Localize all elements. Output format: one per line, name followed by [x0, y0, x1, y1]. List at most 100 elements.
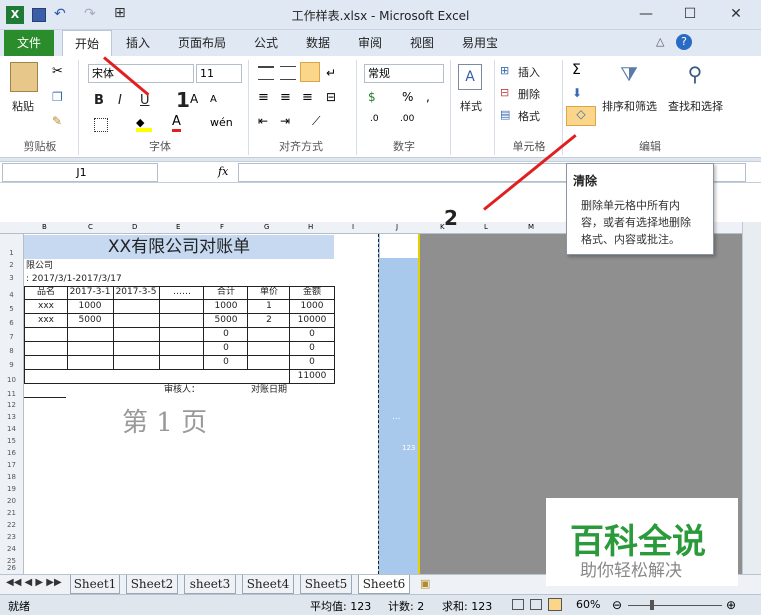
table-cell[interactable]: 0	[204, 342, 248, 355]
cut-icon[interactable]: ✂	[52, 64, 63, 79]
col-header-j[interactable]: J	[396, 223, 398, 231]
table-cell[interactable]: 0	[204, 356, 248, 369]
styles-icon[interactable]: A	[458, 64, 482, 90]
row-number[interactable]: 15	[0, 436, 23, 446]
row-number[interactable]: 10	[0, 375, 23, 385]
find-select-icon[interactable]: ⚲	[680, 62, 710, 90]
align-right-icon[interactable]: ≡	[302, 90, 313, 105]
table-cell[interactable]: 2	[248, 314, 290, 327]
col-header-i[interactable]: I	[352, 223, 354, 231]
table-cell[interactable]: 1000	[68, 300, 112, 313]
row-number[interactable]: 4	[0, 290, 23, 300]
period-cell[interactable]: : 2017/3/1-2017/3/17	[26, 273, 122, 286]
row-number[interactable]: 1	[0, 248, 23, 258]
tab-page-layout[interactable]: 页面布局	[170, 30, 234, 56]
col-header-c[interactable]: C	[88, 223, 93, 231]
new-sheet-icon[interactable]: ▣	[420, 577, 430, 590]
close-button[interactable]: ✕	[714, 0, 758, 28]
zoom-out-icon[interactable]: ⊖	[612, 598, 622, 612]
underline-button[interactable]: U	[140, 93, 150, 108]
zoom-slider[interactable]	[628, 605, 722, 606]
check-date-label[interactable]: 对账日期	[246, 384, 292, 397]
row-number[interactable]: 26	[0, 563, 23, 573]
col-header-m[interactable]: M	[528, 223, 534, 231]
sheet-tab-3[interactable]: sheet3	[184, 575, 236, 594]
table-cell[interactable]: 0	[290, 356, 334, 369]
help-icon[interactable]: ?	[676, 34, 692, 50]
row-number[interactable]: 22	[0, 520, 23, 530]
col-header-b[interactable]: B	[42, 223, 47, 231]
font-name-select[interactable]: 宋体	[88, 64, 194, 83]
row-number[interactable]: 13	[0, 412, 23, 422]
page-layout-view-icon[interactable]	[530, 599, 542, 610]
align-center-icon[interactable]: ≡	[280, 90, 291, 105]
reviewer-label[interactable]: 审核人：	[160, 384, 204, 397]
row-number[interactable]: 17	[0, 460, 23, 470]
table-header[interactable]: 合计	[204, 286, 248, 299]
company-cell[interactable]: 限公司	[26, 260, 53, 273]
delete-cells-button[interactable]: 删除	[518, 86, 540, 102]
paste-icon[interactable]	[10, 62, 38, 92]
table-header[interactable]: 单价	[248, 286, 290, 299]
row-number[interactable]: 14	[0, 424, 23, 434]
col-header-f[interactable]: F	[220, 223, 224, 231]
align-top-icon[interactable]	[258, 66, 274, 80]
table-header[interactable]: 品名	[26, 286, 66, 299]
row-number[interactable]: 3	[0, 273, 23, 283]
align-bottom-icon[interactable]	[300, 62, 320, 82]
sheet-tab-5[interactable]: Sheet5	[300, 575, 352, 594]
page-break-view-icon[interactable]	[548, 598, 562, 611]
zoom-thumb[interactable]	[650, 600, 654, 610]
number-format-select[interactable]: 常规	[364, 64, 444, 83]
delete-cells-icon[interactable]: ⊟	[500, 86, 509, 99]
italic-button[interactable]: I	[118, 93, 122, 108]
row-number[interactable]: 18	[0, 472, 23, 482]
table-header[interactable]: 金额	[290, 286, 334, 299]
sort-filter-icon[interactable]: ⧩	[614, 62, 644, 90]
fx-icon[interactable]: fx	[218, 165, 228, 178]
tab-view[interactable]: 视图	[400, 30, 444, 56]
table-cell[interactable]: 0	[204, 328, 248, 341]
name-box[interactable]: J1	[2, 163, 158, 182]
table-header[interactable]: 2017-3-5	[114, 286, 158, 299]
tab-formulas[interactable]: 公式	[244, 30, 288, 56]
col-header-h[interactable]: H	[308, 223, 313, 231]
table-cell[interactable]: 10000	[290, 314, 334, 327]
indent-increase-icon[interactable]: ⇥	[280, 114, 290, 128]
indent-decrease-icon[interactable]: ⇤	[258, 114, 268, 128]
row-number[interactable]: 19	[0, 484, 23, 494]
tab-easy[interactable]: 易用宝	[452, 30, 508, 56]
row-number[interactable]: 9	[0, 360, 23, 370]
col-header-l[interactable]: L	[484, 223, 488, 231]
clear-icon[interactable]: ◇	[566, 106, 596, 126]
fill-icon[interactable]: ⬇	[572, 86, 582, 100]
comma-icon[interactable]: ,	[426, 90, 430, 104]
row-number[interactable]: 5	[0, 304, 23, 314]
title-cell[interactable]: XX有限公司对账单	[24, 235, 334, 259]
sheet-tab-1[interactable]: Sheet1	[70, 575, 120, 594]
col-header-g[interactable]: G	[264, 223, 269, 231]
format-painter-icon[interactable]: ✎	[52, 114, 62, 128]
ribbon-min-icon[interactable]: △	[656, 35, 664, 48]
fill-color-icon[interactable]: ◆	[136, 116, 152, 132]
bold-button[interactable]: B	[94, 93, 104, 108]
tab-insert[interactable]: 插入	[116, 30, 160, 56]
font-grow-icon[interactable]: A	[190, 92, 198, 106]
row-number[interactable]: 7	[0, 332, 23, 342]
font-color-icon[interactable]: A	[172, 114, 181, 132]
find-select-button[interactable]: 查找和选择	[668, 98, 723, 114]
zoom-level[interactable]: 60%	[576, 598, 600, 611]
row-number[interactable]: 20	[0, 496, 23, 506]
table-cell[interactable]: xxx	[26, 314, 66, 327]
table-cell[interactable]: 5000	[68, 314, 112, 327]
table-cell[interactable]: xxx	[26, 300, 66, 313]
phonetic-icon[interactable]: wén	[210, 116, 233, 129]
align-left-icon[interactable]: ≡	[258, 90, 269, 105]
font-size-select[interactable]: 11	[196, 64, 242, 83]
align-middle-icon[interactable]	[280, 66, 296, 80]
table-cell[interactable]: 1000	[290, 300, 334, 313]
table-cell[interactable]: 5000	[204, 314, 248, 327]
row-number[interactable]: 8	[0, 346, 23, 356]
tab-file[interactable]: 文件	[4, 30, 54, 56]
col-header-d[interactable]: D	[132, 223, 137, 231]
